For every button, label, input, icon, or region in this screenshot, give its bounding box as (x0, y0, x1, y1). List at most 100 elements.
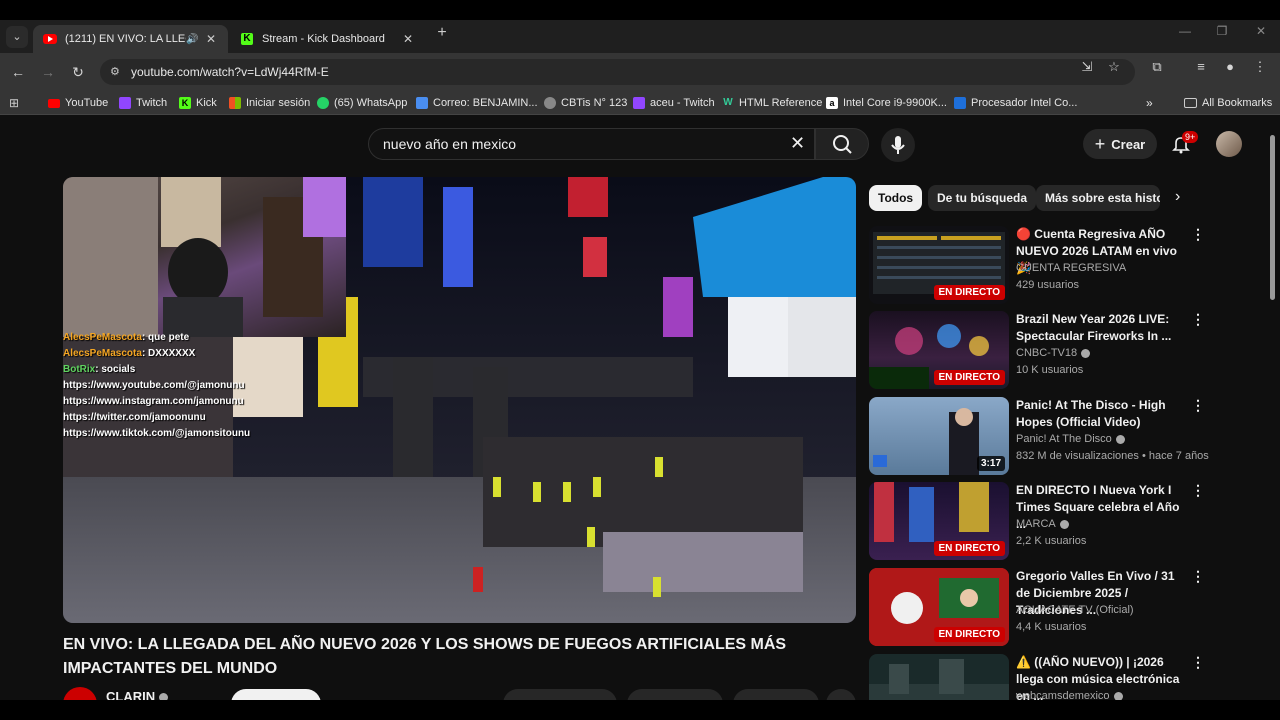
more-options-icon[interactable]: ⋮ (1191, 482, 1205, 499)
stream-chat-overlay: AlecsPeMascota: que pete AlecsPeMascota:… (63, 330, 293, 442)
microsoft-icon (229, 97, 241, 109)
kick-favicon-icon: K (240, 32, 254, 46)
chat-line: AlecsPeMascota: DXXXXXX (63, 348, 196, 359)
search-button[interactable] (815, 128, 869, 160)
clear-search-icon[interactable]: ✕ (790, 133, 805, 154)
rec-video[interactable]: EN DIRECTO Gregorio Valles En Vivo / 31 … (869, 568, 1209, 648)
more-bookmarks-icon[interactable]: » (1146, 95, 1153, 111)
whatsapp-icon (317, 97, 329, 109)
all-bookmarks[interactable]: All Bookmarks (1184, 95, 1272, 111)
bookmark-procesador[interactable]: Procesador Intel Co... (954, 95, 1077, 111)
profile-icon[interactable]: ● (1222, 59, 1238, 74)
chevron-right-icon[interactable]: › (1175, 188, 1180, 206)
install-app-icon[interactable]: ⇲ (1079, 59, 1095, 75)
kick-icon: K (179, 97, 191, 109)
rec-video[interactable]: EN DIRECTO 🔴 Cuenta Regresiva AÑO NUEVO … (869, 226, 1209, 306)
chat-line: https://www.tiktok.com/@jamonsitounu (63, 428, 251, 439)
account-avatar[interactable] (1216, 131, 1242, 157)
bookmark-kick[interactable]: K Kick (179, 95, 217, 111)
bookmark-aceu[interactable]: aceu - Twitch (633, 95, 715, 111)
chip-de-tu-busqueda[interactable]: De tu búsqueda (928, 185, 1037, 211)
url-field[interactable]: ⚙ youtube.com/watch?v=LdWj44RfM-E (100, 59, 1135, 85)
more-options-icon[interactable]: ⋮ (1191, 568, 1205, 585)
bookmark-youtube[interactable]: YouTube (48, 95, 108, 111)
voice-search-button[interactable] (881, 128, 915, 162)
menu-kebab-icon[interactable]: ⋮ (1252, 59, 1268, 75)
bookmark-mail[interactable]: Correo: BENJAMIN... (416, 95, 538, 111)
create-button[interactable]: + Crear (1083, 129, 1157, 159)
rec-thumbnail[interactable]: EN DIRECTO (869, 226, 1009, 304)
tab-search-button[interactable]: ⌄ (6, 26, 28, 48)
tab-kick[interactable]: K Stream - Kick Dashboard ✕ (230, 25, 425, 53)
live-badge: EN DIRECTO (933, 541, 1005, 556)
extensions-icon[interactable]: ⧉ (1149, 59, 1165, 75)
bookmark-html[interactable]: W HTML Reference (722, 95, 822, 111)
search-input[interactable]: nuevo año en mexico (368, 128, 815, 160)
apps-grid-icon[interactable]: ⊞ (9, 95, 19, 111)
rec-title: Brazil New Year 2026 LIVE: Spectacular F… (1016, 312, 1172, 343)
site-info-icon[interactable]: ⚙ (110, 59, 120, 85)
rec-thumbnail[interactable]: 3:17 (869, 397, 1009, 475)
rec-channel: CUENTA REGRESIVA (1016, 262, 1127, 274)
more-options-icon[interactable]: ⋮ (1191, 654, 1205, 671)
page-icon (954, 97, 966, 109)
tab-title: Stream - Kick Dashboard (262, 33, 385, 45)
rec-channel: AGUACATE TV (Oficial) (1016, 604, 1134, 616)
rec-thumbnail[interactable]: EN DIRECTO (869, 311, 1009, 389)
live-badge: EN DIRECTO (933, 627, 1005, 642)
twitch-icon (633, 97, 645, 109)
more-options-icon[interactable]: ⋮ (1191, 311, 1205, 328)
address-bar-row: ← → ↻ ⚙ youtube.com/watch?v=LdWj44RfM-E … (0, 53, 1280, 91)
chat-line: https://twitter.com/jamoonunu (63, 412, 206, 423)
rec-thumbnail[interactable]: EN DIRECTO (869, 568, 1009, 646)
verified-icon (1115, 434, 1125, 444)
back-icon[interactable]: ← (8, 62, 28, 82)
w3schools-icon: W (723, 97, 733, 108)
rec-video[interactable]: EN DIRECTO EN DIRECTO I Nueva York I Tim… (869, 482, 1209, 562)
more-options-icon[interactable]: ⋮ (1191, 226, 1205, 243)
restore-icon[interactable]: ❐ (1207, 24, 1237, 38)
bookmarks-bar: ⊞ YouTube Twitch K Kick Iniciar sesión (6… (0, 91, 1280, 115)
bookmark-star-icon[interactable]: ☆ (1106, 59, 1122, 75)
bookmark-twitch[interactable]: Twitch (119, 95, 167, 111)
more-options-icon[interactable]: ⋮ (1191, 397, 1205, 414)
chat-line: BotRix: socials (63, 364, 136, 375)
video-player[interactable]: AlecsPeMascota: que pete AlecsPeMascota:… (63, 177, 856, 623)
chip-todos[interactable]: Todos (869, 185, 923, 211)
rec-views: 2,2 K usuarios (1016, 535, 1087, 547)
rec-thumbnail[interactable]: EN DIRECTO (869, 482, 1009, 560)
minimize-icon[interactable]: — (1170, 24, 1200, 38)
speaker-icon[interactable]: 🔊 (186, 34, 200, 45)
rec-views: 429 usuarios (1016, 279, 1079, 291)
media-control-icon[interactable]: ≡ (1193, 59, 1209, 74)
bottom-letterbox (0, 700, 1280, 720)
bookmark-intel[interactable]: a Intel Core i9-9900K... (826, 95, 947, 111)
amazon-icon: a (826, 97, 838, 109)
rec-video[interactable]: EN DIRECTO Brazil New Year 2026 LIVE: Sp… (869, 311, 1209, 391)
reload-icon[interactable]: ↻ (68, 62, 88, 82)
notification-count-badge: 9+ (1182, 131, 1199, 143)
scrollbar-thumb[interactable] (1270, 135, 1275, 300)
youtube-icon (48, 98, 60, 108)
rec-views: 10 K usuarios (1016, 364, 1084, 376)
rec-video[interactable]: 3:17 Panic! At The Disco - High Hopes (O… (869, 397, 1209, 477)
close-icon[interactable]: ✕ (401, 32, 415, 46)
chip-mas-sobre-historia[interactable]: Más sobre esta historia (1036, 185, 1160, 211)
url-text: youtube.com/watch?v=LdWj44RfM-E (131, 65, 329, 79)
close-icon[interactable]: ✕ (204, 32, 218, 46)
top-letterbox (0, 0, 1280, 20)
bookmark-login[interactable]: Iniciar sesión (229, 95, 310, 111)
mic-icon (891, 136, 905, 154)
plus-icon: + (1094, 133, 1106, 154)
rec-title: Panic! At The Disco - High Hopes (Offici… (1016, 398, 1166, 429)
mail-icon (416, 97, 428, 109)
bookmark-whatsapp[interactable]: (65) WhatsApp (317, 95, 407, 111)
forward-icon[interactable]: → (38, 62, 58, 82)
globe-icon (544, 97, 556, 109)
window-close-icon[interactable]: ✕ (1246, 24, 1276, 38)
tab-youtube[interactable]: (1211) EN VIVO: LA LLEGADA DEL AÑO NUEVO… (33, 25, 228, 53)
rec-channel: Panic! At The Disco (1016, 433, 1125, 445)
rec-views: 832 M de visualizaciones • hace 7 años (1016, 450, 1209, 462)
new-tab-icon[interactable]: + (433, 24, 451, 42)
bookmark-cbtis[interactable]: CBTis N° 123 (544, 95, 627, 111)
